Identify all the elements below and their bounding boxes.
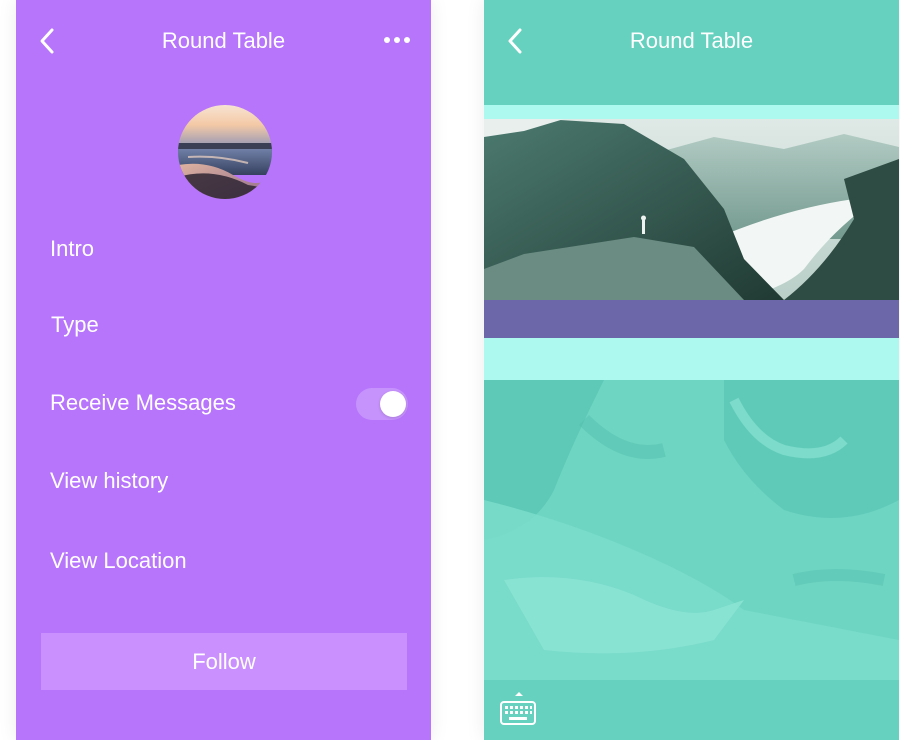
right-screen: Round Table	[484, 0, 899, 740]
rock-texture-image	[484, 380, 899, 680]
receive-messages-toggle[interactable]	[356, 388, 408, 420]
page-title: Round Table	[629, 28, 754, 53]
page-title: Round Table	[161, 28, 286, 53]
avatar[interactable]	[178, 105, 272, 199]
keyboard-icon[interactable]	[500, 692, 538, 728]
light-strip	[484, 105, 899, 119]
toggle-knob	[380, 391, 406, 417]
bottom-bar	[484, 680, 899, 740]
purple-band	[484, 300, 899, 338]
light-strip	[484, 338, 899, 380]
left-screen: Round Table Intro Type Receive Messages …	[16, 0, 431, 740]
menu-item-intro[interactable]: Intro	[50, 236, 94, 262]
more-dots-icon[interactable]	[383, 32, 411, 48]
top-bar: Round Table	[16, 0, 431, 84]
menu-item-type[interactable]: Type	[51, 312, 99, 338]
menu-item-view-location[interactable]: View Location	[50, 548, 187, 574]
menu-item-view-history[interactable]: View history	[50, 468, 168, 494]
follow-button[interactable]: Follow	[41, 633, 407, 690]
landscape-image[interactable]	[484, 119, 899, 300]
menu-item-receive-messages: Receive Messages	[50, 390, 236, 415]
